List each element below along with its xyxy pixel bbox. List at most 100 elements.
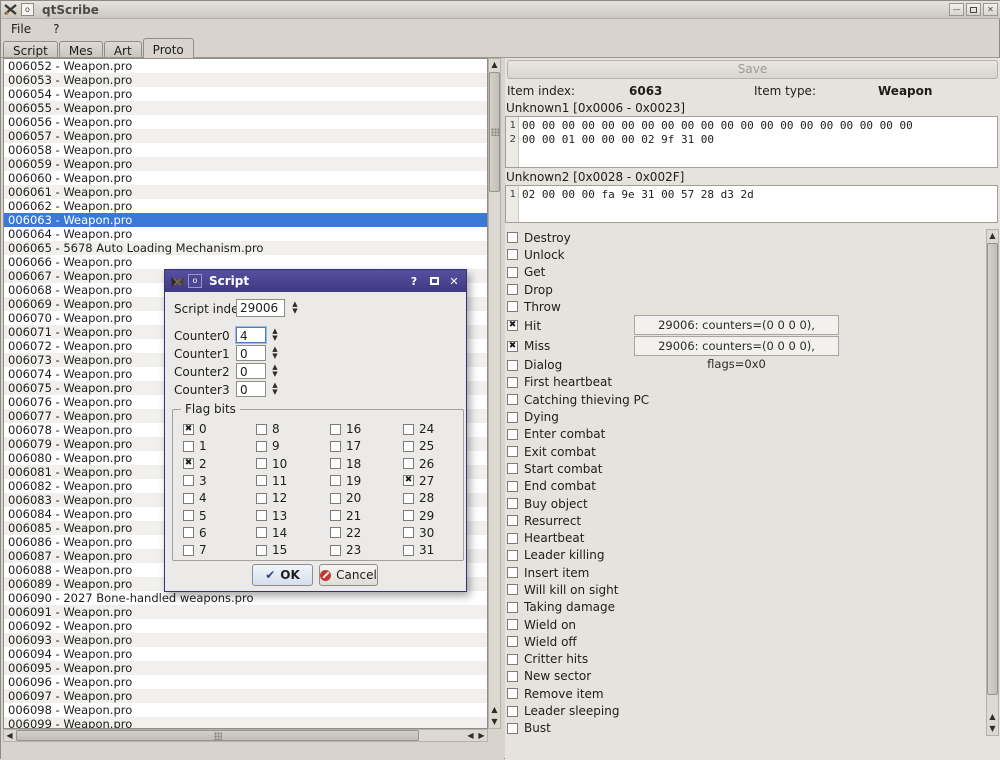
list-item[interactable]: 006094 - Weapon.pro	[4, 647, 487, 661]
checkbox-flag-20[interactable]	[330, 493, 341, 504]
list-item[interactable]: 006062 - Weapon.pro	[4, 199, 487, 213]
hex-line[interactable]: 00 00 01 00 00 00 02 9f 31 00	[522, 133, 995, 147]
checkbox-leader-killing[interactable]	[507, 550, 518, 561]
checkbox-flag-30[interactable]	[403, 527, 414, 538]
checkbox-dialog[interactable]	[507, 360, 518, 371]
checkbox-miss[interactable]: ✖	[507, 341, 518, 352]
restore-button[interactable]	[966, 3, 981, 16]
list-item[interactable]: 006096 - Weapon.pro	[4, 675, 487, 689]
counter-spinner[interactable]: ▲▼	[269, 381, 281, 397]
list-item[interactable]: 006055 - Weapon.pro	[4, 101, 487, 115]
list-item[interactable]: 006065 - 5678 Auto Loading Mechanism.pro	[4, 241, 487, 255]
list-vertical-scrollbar[interactable]: ▲ ▲ ▼	[488, 58, 501, 729]
unknown1-hex-editor[interactable]: 12 00 00 00 00 00 00 00 00 00 00 00 00 0…	[505, 116, 998, 168]
checkbox-flag-23[interactable]	[330, 545, 341, 556]
hex-line[interactable]: 00 00 00 00 00 00 00 00 00 00 00 00 00 0…	[522, 119, 995, 133]
checkbox-flag-16[interactable]	[330, 424, 341, 435]
checkbox-first-heartbeat[interactable]	[507, 377, 518, 388]
list-item[interactable]: 006056 - Weapon.pro	[4, 115, 487, 129]
list-item[interactable]: 006095 - Weapon.pro	[4, 661, 487, 675]
checkbox-flag-18[interactable]	[330, 458, 341, 469]
list-item[interactable]: 006057 - Weapon.pro	[4, 129, 487, 143]
tab-script[interactable]: Script	[3, 41, 58, 58]
checkbox-flag-17[interactable]	[330, 441, 341, 452]
checkbox-hit[interactable]: ✖	[507, 320, 518, 331]
scroll-up-icon[interactable]: ▲	[987, 711, 998, 723]
menu-file[interactable]: File	[9, 21, 33, 37]
list-item[interactable]: 006059 - Weapon.pro	[4, 157, 487, 171]
checkbox-flag-9[interactable]	[256, 441, 267, 452]
checkbox-flag-0[interactable]: ✖	[183, 424, 194, 435]
script-index-field[interactable]: 29006	[236, 299, 285, 317]
minimize-button[interactable]: —	[949, 3, 964, 16]
checkbox-leader-sleeping[interactable]	[507, 706, 518, 717]
scroll-track[interactable]	[987, 242, 998, 711]
checkbox-end-combat[interactable]	[507, 481, 518, 492]
checkbox-flag-29[interactable]	[403, 510, 414, 521]
checkbox-will-kill-on-sight[interactable]	[507, 584, 518, 595]
scroll-thumb[interactable]	[16, 730, 419, 741]
checkbox-flag-7[interactable]	[183, 545, 194, 556]
dialog-close-button[interactable]: ✕	[447, 275, 461, 288]
events-vertical-scrollbar[interactable]: ▲ ▲ ▼	[986, 229, 999, 736]
hex-line[interactable]: 02 00 00 00 fa 9e 31 00 57 28 d3 2d	[522, 188, 995, 202]
dialog-help-button[interactable]: ?	[407, 275, 421, 288]
checkbox-flag-10[interactable]	[256, 458, 267, 469]
checkbox-flag-2[interactable]: ✖	[183, 458, 194, 469]
hex-text[interactable]: 00 00 00 00 00 00 00 00 00 00 00 00 00 0…	[522, 119, 995, 147]
checkbox-flag-1[interactable]	[183, 441, 194, 452]
scroll-up-icon[interactable]: ▲	[489, 704, 500, 716]
scroll-left-icon[interactable]: ◀	[4, 730, 15, 742]
counter-field[interactable]: 0	[236, 345, 266, 361]
checkbox-heartbeat[interactable]	[507, 533, 518, 544]
list-item[interactable]: 006061 - Weapon.pro	[4, 185, 487, 199]
checkbox-get[interactable]	[507, 267, 518, 278]
unknown2-hex-editor[interactable]: 1 02 00 00 00 fa 9e 31 00 57 28 d3 2d	[505, 185, 998, 223]
scroll-left-icon[interactable]: ◀	[465, 730, 476, 742]
checkbox-flag-27[interactable]: ✖	[403, 475, 414, 486]
checkbox-flag-24[interactable]	[403, 424, 414, 435]
close-button[interactable]: ✕	[983, 3, 998, 16]
hex-text[interactable]: 02 00 00 00 fa 9e 31 00 57 28 d3 2d	[522, 188, 995, 202]
checkbox-flag-31[interactable]	[403, 545, 414, 556]
checkbox-catching-thieving-pc[interactable]	[507, 394, 518, 405]
counter-spinner[interactable]: ▲▼	[269, 327, 281, 343]
cancel-button[interactable]: Cancel	[319, 564, 378, 586]
counter-spinner[interactable]: ▲▼	[269, 345, 281, 361]
list-item[interactable]: 006092 - Weapon.pro	[4, 619, 487, 633]
dialog-maximize-button[interactable]	[427, 275, 441, 288]
list-item[interactable]: 006098 - Weapon.pro	[4, 703, 487, 717]
list-item[interactable]: 006091 - Weapon.pro	[4, 605, 487, 619]
list-item[interactable]: 006093 - Weapon.pro	[4, 633, 487, 647]
ok-button[interactable]: ✔ OK	[252, 564, 313, 586]
list-item[interactable]: 006060 - Weapon.pro	[4, 171, 487, 185]
list-item[interactable]: 006054 - Weapon.pro	[4, 87, 487, 101]
checkbox-wield-on[interactable]	[507, 619, 518, 630]
checkbox-exit-combat[interactable]	[507, 446, 518, 457]
script-assignment-button[interactable]: 29006: counters=(0 0 0 0), flags=0x0	[634, 336, 839, 356]
checkbox-destroy[interactable]	[507, 232, 518, 243]
checkbox-insert-item[interactable]	[507, 567, 518, 578]
scroll-down-icon[interactable]: ▼	[489, 716, 500, 728]
scroll-thumb[interactable]	[489, 72, 500, 192]
scroll-thumb[interactable]	[987, 243, 998, 695]
counter-field[interactable]: 0	[236, 363, 266, 379]
checkbox-throw[interactable]	[507, 301, 518, 312]
tab-proto[interactable]: Proto	[143, 38, 194, 58]
checkbox-flag-5[interactable]	[183, 510, 194, 521]
dialog-shade-icon[interactable]: o	[188, 274, 202, 288]
checkbox-buy-object[interactable]	[507, 498, 518, 509]
checkbox-enter-combat[interactable]	[507, 429, 518, 440]
scroll-track[interactable]	[489, 71, 500, 704]
save-button[interactable]: Save	[507, 60, 998, 79]
scroll-right-icon[interactable]: ▶	[476, 730, 487, 742]
list-horizontal-scrollbar[interactable]: ◀ ◀ ▶	[3, 729, 488, 742]
checkbox-start-combat[interactable]	[507, 463, 518, 474]
checkbox-flag-21[interactable]	[330, 510, 341, 521]
list-item[interactable]: 006063 - Weapon.pro	[4, 213, 487, 227]
window-titlebar[interactable]: o qtScribe — ✕	[1, 1, 1000, 19]
checkbox-drop[interactable]	[507, 284, 518, 295]
checkbox-bust[interactable]	[507, 723, 518, 734]
list-item[interactable]: 006090 - 2027 Bone-handled weapons.pro	[4, 591, 487, 605]
scroll-down-icon[interactable]: ▼	[987, 723, 998, 735]
